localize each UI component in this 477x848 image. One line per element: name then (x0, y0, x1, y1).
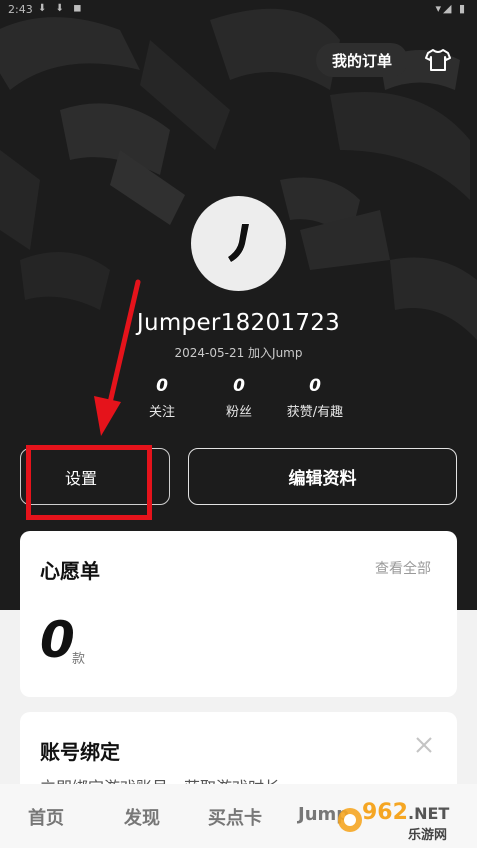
wishlist-card: 心愿单 查看全部 0 款 (20, 531, 457, 697)
my-orders-button[interactable]: 我的订单 (316, 43, 408, 77)
stat-label: 获赞/有趣 (286, 405, 344, 420)
join-date: 2024-05-21 加入Jump (174, 346, 303, 360)
wishlist-unit: 款 (72, 652, 86, 667)
username: Jumper18201723 (136, 310, 341, 336)
tshirt-icon[interactable] (420, 42, 456, 78)
status-bar: 2:43 ⬇ ⬇ ◼ ▾◢ ▮ (0, 0, 477, 20)
stat-likes[interactable]: 0 获赞/有趣 (270, 376, 360, 420)
close-icon[interactable] (413, 734, 435, 756)
tshirt-icon-graphic (425, 49, 451, 71)
jump-logo-icon (226, 223, 250, 263)
watermark-brand: 962 (362, 800, 408, 825)
watermark-logo: 962 .NET 乐游网 (336, 796, 476, 846)
status-time: 2:43 (8, 3, 33, 16)
wishlist-count: 0 (40, 611, 75, 669)
wishlist-title: 心愿单 (40, 559, 100, 583)
account-binding-title: 账号绑定 (40, 740, 120, 764)
tab-home[interactable]: 首页 (28, 804, 64, 830)
edit-profile-button[interactable]: 编辑资料 (188, 448, 457, 505)
watermark-subtitle: 乐游网 (408, 828, 448, 843)
stat-value: 0 (309, 376, 321, 396)
profile-header: 2:43 ⬇ ⬇ ◼ ▾◢ ▮ 我的订单 Jumper18201723 2024… (0, 0, 477, 610)
signal-battery-icons: ▾◢ ▮ (435, 2, 467, 15)
watermark-suffix: .NET (408, 804, 450, 823)
background-decoration (0, 8, 477, 340)
tab-discover[interactable]: 发现 (124, 804, 160, 830)
avatar[interactable] (191, 196, 286, 291)
notification-icons: ⬇ ⬇ ◼ (38, 3, 85, 14)
tab-buy-card[interactable]: 买点卡 (208, 804, 262, 830)
settings-button[interactable]: 设置 (20, 448, 170, 505)
view-all-link[interactable]: 查看全部 (375, 558, 431, 578)
